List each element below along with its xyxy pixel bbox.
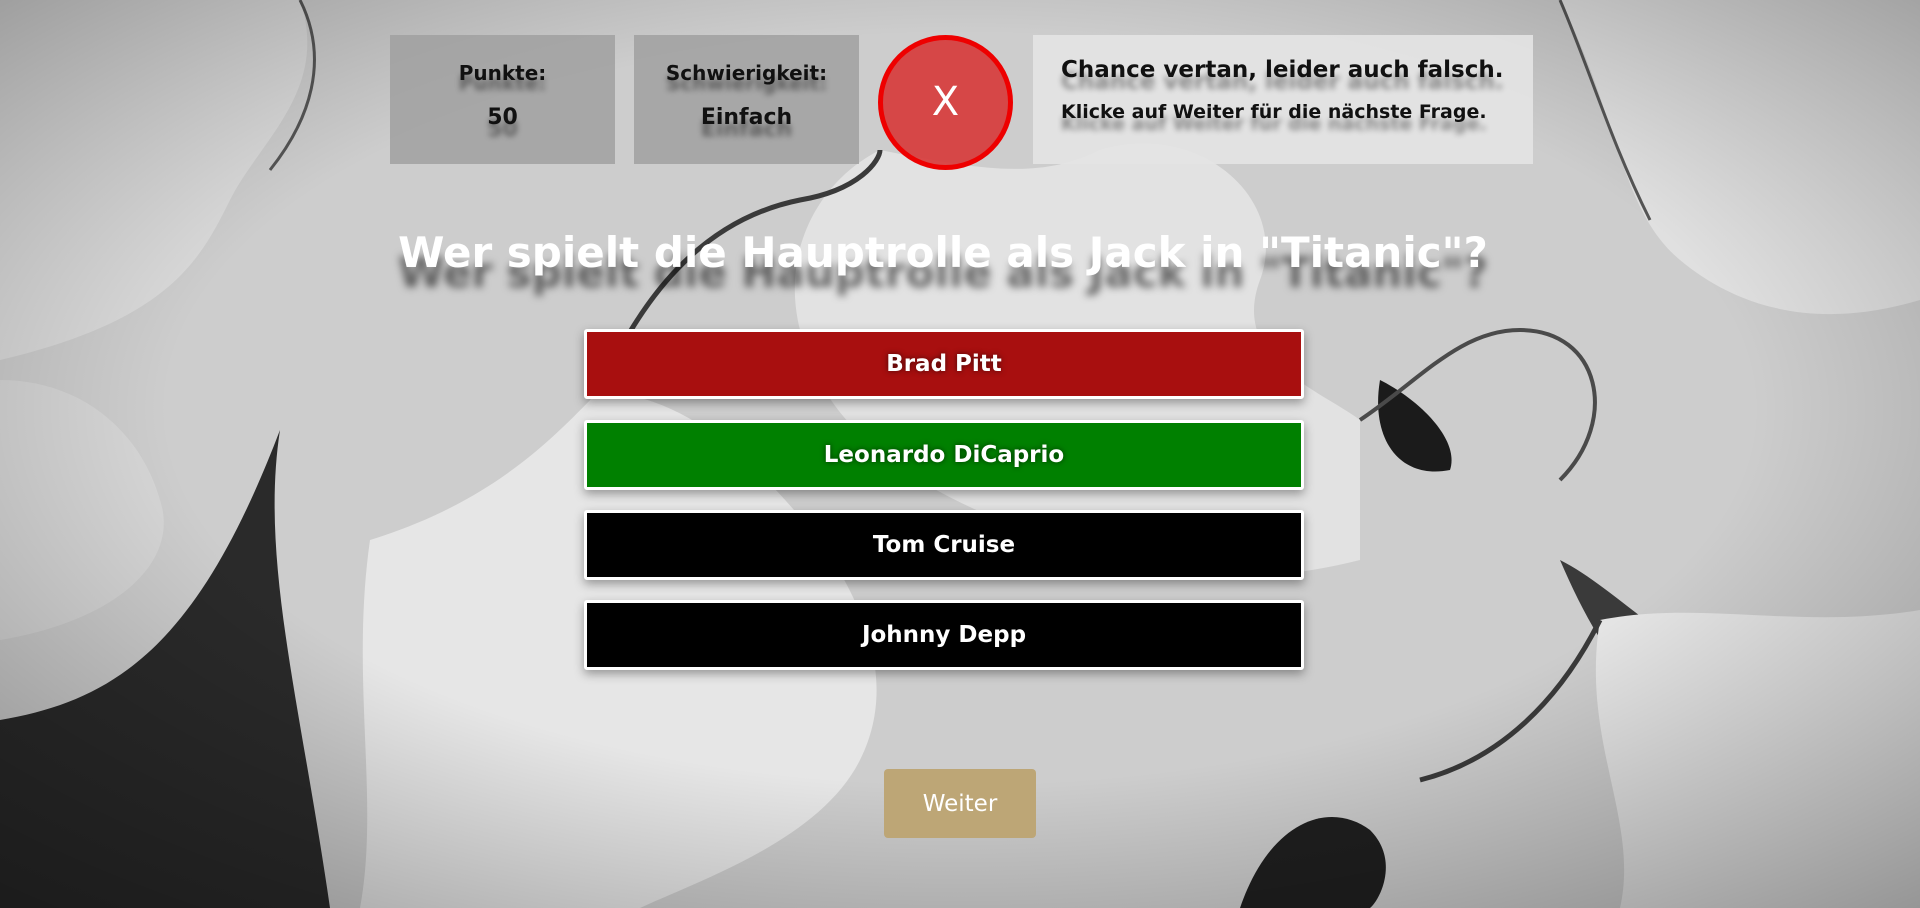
points-label: Punkte: bbox=[458, 61, 547, 85]
question-text: Wer spielt die Hauptrolle als Jack in "T… bbox=[398, 228, 1488, 277]
answer-button-1[interactable]: Brad Pitt bbox=[584, 329, 1304, 399]
difficulty-value: Einfach bbox=[700, 105, 793, 130]
points-value: 50 bbox=[487, 105, 518, 130]
difficulty-label: Schwierigkeit: bbox=[665, 61, 828, 85]
result-message-hint: Klicke auf Weiter für die nächste Frage. bbox=[1061, 101, 1487, 123]
answer-button-2[interactable]: Leonardo DiCaprio bbox=[584, 420, 1304, 490]
difficulty-box: Schwierigkeit: Einfach bbox=[634, 35, 859, 164]
result-message-box: Chance vertan, leider auch falsch. Klick… bbox=[1033, 35, 1533, 164]
next-button[interactable]: Weiter bbox=[884, 769, 1036, 838]
answer-button-4[interactable]: Johnny Depp bbox=[584, 600, 1304, 670]
points-box: Punkte: 50 bbox=[390, 35, 615, 164]
wrong-answer-icon: X bbox=[878, 35, 1013, 170]
result-message-title: Chance vertan, leider auch falsch. bbox=[1061, 57, 1504, 83]
answer-button-3[interactable]: Tom Cruise bbox=[584, 510, 1304, 580]
